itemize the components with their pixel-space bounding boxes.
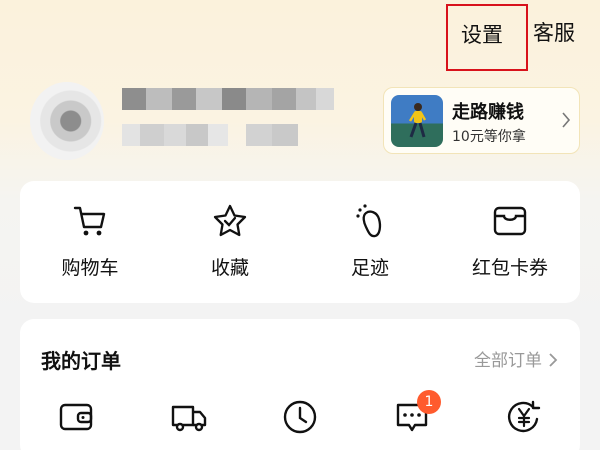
quick-action-label: 购物车 <box>61 257 119 279</box>
walk-earn-promo-card[interactable]: 走路赚钱 10元等你拿 <box>383 87 580 154</box>
all-orders-label: 全部订单 <box>474 351 542 371</box>
quick-action-label: 收藏 <box>210 257 249 279</box>
clock-icon[interactable] <box>282 399 318 435</box>
quick-actions-card: 购物车 收藏 足迹 红包卡券 <box>20 181 580 303</box>
quick-action-favorites[interactable]: 收藏 <box>170 203 290 280</box>
wallet-icon[interactable] <box>58 399 94 435</box>
settings-button[interactable]: 设置 <box>446 4 528 71</box>
quick-action-label: 足迹 <box>350 257 389 279</box>
my-orders-card: 我的订单 全部订单 1 <box>20 319 580 450</box>
walking-person-image <box>391 95 443 147</box>
user-id-pixelated <box>122 124 302 146</box>
footprint-icon <box>356 204 382 238</box>
cart-icon <box>73 206 106 236</box>
avatar[interactable] <box>30 82 104 160</box>
quick-action-cart[interactable]: 购物车 <box>30 203 150 280</box>
star-icon <box>213 204 247 237</box>
customer-service-label: 客服 <box>533 21 575 45</box>
chat-badge: 1 <box>417 390 441 414</box>
chevron-right-icon <box>562 112 571 128</box>
customer-service-button[interactable]: 客服 <box>533 17 575 47</box>
promo-title: 走路赚钱 <box>452 102 524 123</box>
username-pixelated <box>122 88 334 112</box>
yen-refund-icon[interactable] <box>506 399 542 435</box>
coupon-icon <box>493 206 527 236</box>
truck-icon[interactable] <box>170 399 208 435</box>
quick-action-coupons[interactable]: 红包卡券 <box>450 203 570 280</box>
quick-action-footprint[interactable]: 足迹 <box>310 203 430 280</box>
settings-label: 设置 <box>461 23 503 47</box>
orders-title: 我的订单 <box>41 349 121 373</box>
promo-subtitle: 10元等你拿 <box>452 129 526 145</box>
chevron-right-icon <box>549 353 558 367</box>
quick-action-label: 红包卡券 <box>471 257 548 279</box>
all-orders-link[interactable]: 全部订单 <box>474 346 558 371</box>
